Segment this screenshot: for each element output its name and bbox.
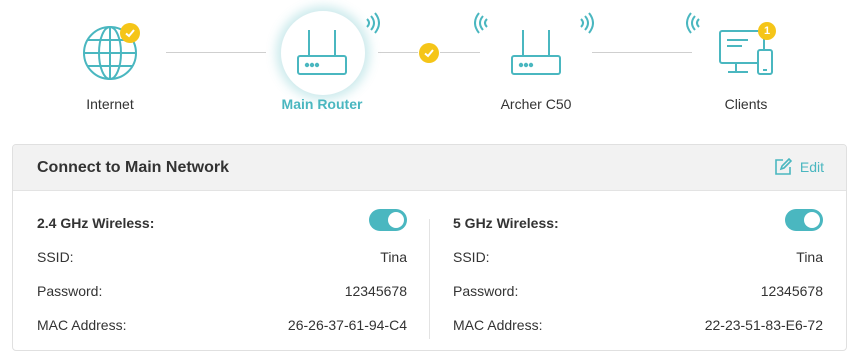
topology-node-main-router[interactable]: Main Router bbox=[282, 0, 380, 130]
panel-header: Connect to Main Network Edit bbox=[13, 145, 846, 191]
topology-node-internet[interactable]: Internet bbox=[83, 0, 140, 130]
node-label: Archer C50 bbox=[500, 96, 572, 112]
band-24-label: 2.4 GHz Wireless: bbox=[37, 215, 155, 231]
topology-node-archer-c50[interactable]: Archer C50 bbox=[474, 0, 594, 130]
router-icon bbox=[509, 28, 563, 85]
toggle-knob bbox=[804, 212, 820, 228]
edit-icon bbox=[775, 158, 792, 175]
link-check-icon bbox=[419, 43, 439, 63]
node-label: Clients bbox=[724, 96, 768, 112]
topology-node-clients[interactable]: 1 Clients bbox=[686, 0, 776, 130]
band-5-ssid-value: Tina bbox=[796, 249, 823, 265]
band-24-password-value: 12345678 bbox=[344, 283, 407, 299]
band-5-section: 5 GHz Wireless: SSID: Tina Password: 123… bbox=[453, 191, 823, 349]
connection-line bbox=[592, 52, 692, 53]
band-5-mac-value: 22-23-51-83-E6-72 bbox=[704, 317, 823, 333]
mac-label: MAC Address: bbox=[37, 317, 127, 333]
mac-label: MAC Address: bbox=[453, 317, 543, 333]
password-label: Password: bbox=[453, 283, 519, 299]
ssid-label: SSID: bbox=[453, 249, 490, 265]
band-5-label: 5 GHz Wireless: bbox=[453, 215, 559, 231]
main-network-panel: Connect to Main Network Edit 2.4 GHz Wir… bbox=[12, 144, 847, 351]
wifi-signal-icon bbox=[686, 12, 702, 39]
clients-count-badge: 1 bbox=[758, 22, 776, 40]
band-24-section: 2.4 GHz Wireless: SSID: Tina Password: 1… bbox=[37, 191, 407, 349]
connected-check-icon bbox=[120, 23, 140, 43]
band-24-toggle[interactable] bbox=[369, 209, 407, 231]
wifi-signal-icon bbox=[364, 12, 380, 39]
edit-button[interactable]: Edit bbox=[774, 158, 824, 176]
node-label: Main Router bbox=[281, 96, 363, 112]
connection-line bbox=[166, 52, 266, 53]
wifi-signal-left-icon bbox=[474, 12, 490, 39]
band-24-mac-value: 26-26-37-61-94-C4 bbox=[287, 317, 407, 333]
connection-line bbox=[440, 52, 480, 53]
band-5-toggle[interactable] bbox=[785, 209, 823, 231]
router-icon bbox=[295, 28, 349, 85]
ssid-label: SSID: bbox=[37, 249, 74, 265]
toggle-knob bbox=[388, 212, 404, 228]
network-topology: Internet Main Router Archer C50 1 Client… bbox=[0, 0, 859, 130]
connection-line bbox=[378, 52, 418, 53]
band-5-password-value: 12345678 bbox=[760, 283, 823, 299]
edit-label: Edit bbox=[799, 159, 824, 175]
wifi-signal-right-icon bbox=[578, 12, 594, 39]
password-label: Password: bbox=[37, 283, 103, 299]
column-divider bbox=[429, 219, 430, 339]
node-label: Internet bbox=[86, 96, 134, 112]
panel-title: Connect to Main Network bbox=[37, 159, 230, 176]
band-24-ssid-value: Tina bbox=[380, 249, 407, 265]
